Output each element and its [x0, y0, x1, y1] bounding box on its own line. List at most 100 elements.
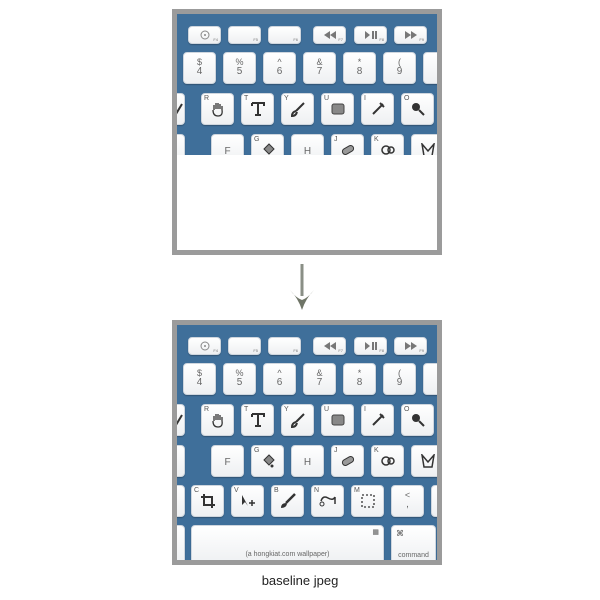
key-c: C: [191, 485, 224, 517]
key-bottom: 9: [396, 66, 403, 77]
key-letter: U: [324, 406, 330, 413]
key-bottom: 4: [196, 377, 203, 388]
key-bottom: 4: [196, 66, 203, 77]
key-0-partial: [423, 363, 437, 395]
key-t: T: [241, 93, 274, 125]
key-letter: U: [324, 95, 330, 102]
key-7: & 7: [303, 363, 336, 395]
key-n: N: [311, 485, 344, 517]
key-0-partial: [423, 52, 437, 84]
key-letter: R: [204, 406, 210, 413]
fast-forward-icon: [404, 31, 417, 39]
key-g: G: [251, 445, 284, 477]
key-i: I: [361, 404, 394, 436]
key-r: R: [201, 93, 234, 125]
history-brush-icon: [290, 413, 305, 428]
fn-label: F6: [293, 37, 298, 42]
fn-label: F4: [213, 348, 218, 353]
key-letter: I: [364, 406, 366, 413]
key-letter: R: [204, 95, 210, 102]
key-letter: I: [364, 95, 366, 102]
key-v: V: [231, 485, 264, 517]
key-space: ▦ (a hongkiat.com wallpaper): [191, 525, 384, 560]
key-y: Y: [281, 404, 314, 436]
key-command: ⌘ command: [391, 525, 436, 560]
space-label: (a hongkiat.com wallpaper): [245, 551, 330, 558]
key-t: T: [241, 404, 274, 436]
fn-label: F4: [213, 37, 218, 42]
fn-label: F9: [419, 348, 424, 353]
fn-label: F9: [419, 37, 424, 42]
key-letter: V: [234, 487, 239, 494]
caption: baseline jpeg: [261, 573, 339, 588]
key-m: M: [351, 485, 384, 517]
shape-tool-icon: [331, 103, 344, 115]
brush-icon: [177, 103, 183, 115]
hand-tool-icon: [211, 414, 223, 428]
key-u: U: [321, 404, 354, 436]
fn-label: F5: [253, 348, 258, 353]
key-h: H: [291, 445, 324, 477]
key-f6: F6: [268, 337, 301, 355]
key-bottom: ,: [406, 499, 409, 510]
marquee-icon: [360, 494, 375, 508]
key-u: U: [321, 93, 354, 125]
key-letter: T: [244, 95, 249, 102]
fn-label: F7: [338, 37, 343, 42]
key-letter: F: [224, 457, 231, 468]
key-f4: F4: [188, 337, 221, 355]
key-letter: J: [334, 447, 338, 454]
rewind-icon: [323, 31, 336, 39]
key-letter: Y: [284, 95, 289, 102]
key-7: & 7: [303, 52, 336, 84]
brush-tool-icon: [280, 493, 296, 508]
fn-label: F5: [253, 37, 258, 42]
warp-tool-icon: [420, 454, 435, 468]
key-f8: F8: [354, 26, 387, 44]
key-x-partial: [177, 485, 185, 517]
key-e-partial: [177, 404, 185, 436]
key-letter: K: [374, 447, 379, 454]
fn-label: F8: [379, 348, 384, 353]
key-letter: G: [254, 447, 260, 454]
key-bottom: 5: [236, 66, 243, 77]
history-brush-icon: [290, 102, 305, 117]
key-5: % 5: [223, 52, 256, 84]
zoom-icon: [411, 103, 425, 116]
key-bottom: 6: [276, 377, 283, 388]
dashboard-icon: [200, 30, 209, 40]
paint-bucket-icon: [262, 454, 275, 468]
key-y: Y: [281, 93, 314, 125]
key-f9: F9: [394, 26, 427, 44]
key-d-partial: [177, 445, 185, 477]
command-icon: ⌘: [396, 529, 404, 538]
lasso-icon: [319, 496, 336, 507]
dashboard-icon: [200, 341, 209, 351]
eyedropper-icon: [371, 413, 385, 426]
key-9: ( 9: [383, 52, 416, 84]
hand-tool-icon: [211, 103, 223, 117]
type-tool-icon: [250, 413, 265, 427]
partial-image-frame: F4 F5 F6 F7 F8 F9 $ 4 % 5 ^ 6 & 7 * 8 (…: [172, 9, 442, 255]
crop-icon: [200, 494, 215, 508]
key-f5: F5: [228, 26, 261, 44]
keyboard-image-full: F4 F5 F6 F7 F8 F9 $ 4 % 5 ^ 6 & 7 * 8 (…: [177, 325, 437, 560]
key-j: J: [331, 445, 364, 477]
key-e-partial: [177, 93, 185, 125]
key-l: [411, 445, 437, 477]
key-4: $ 4: [183, 52, 216, 84]
key-8: * 8: [343, 52, 376, 84]
fast-forward-icon: [404, 342, 417, 350]
key-letter: M: [354, 487, 360, 494]
key-letter: T: [244, 406, 249, 413]
key-letter: B: [274, 487, 279, 494]
fn-label: F6: [293, 348, 298, 353]
shape-tool-icon: [331, 414, 344, 426]
fn-label: F7: [338, 348, 343, 353]
key-option-partial: [177, 525, 185, 560]
key-f8: F8: [354, 337, 387, 355]
key-o: O: [401, 93, 434, 125]
key-5: % 5: [223, 363, 256, 395]
key-f6: F6: [268, 26, 301, 44]
key-comma: < ,: [391, 485, 424, 517]
